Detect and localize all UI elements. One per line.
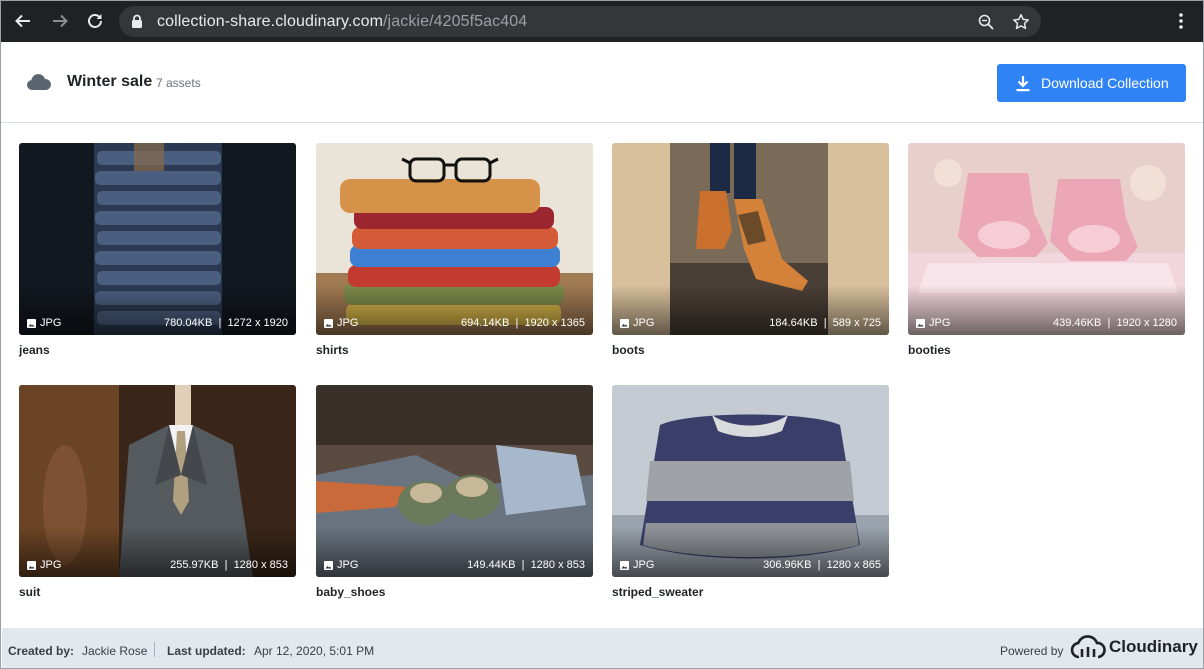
image-icon <box>916 318 925 328</box>
asset-meta: JPG 694.14KB | 1920 x 1365 <box>324 316 585 330</box>
asset-thumbnail[interactable]: JPG 149.44KB | 1280 x 853 <box>316 385 593 577</box>
asset-thumbnail[interactable]: JPG 306.96KB | 1280 x 865 <box>612 385 889 577</box>
asset-size: 184.64KB <box>769 317 818 329</box>
asset-meta: JPG 306.96KB | 1280 x 865 <box>620 558 881 572</box>
image-icon <box>324 318 333 328</box>
asset-size: 149.44KB <box>467 559 516 571</box>
image-icon <box>620 318 629 328</box>
image-icon <box>27 318 36 328</box>
download-collection-button[interactable]: Download Collection <box>997 64 1186 102</box>
asset-dimensions: 589 x 725 <box>832 317 881 329</box>
asset-format: JPG <box>929 317 951 329</box>
asset-name[interactable]: striped_sweater <box>612 585 889 599</box>
asset-info: 149.44KB | 1280 x 853 <box>467 559 585 571</box>
reload-icon[interactable] <box>83 9 107 33</box>
image-icon <box>27 560 36 570</box>
lock-icon <box>131 14 143 33</box>
asset-card[interactable]: JPG 780.04KB | 1272 x 1920 jeans <box>19 143 296 357</box>
asset-card[interactable]: JPG 694.14KB | 1920 x 1365 shirts <box>316 143 593 357</box>
zoom-icon[interactable] <box>976 12 996 32</box>
address-bar[interactable]: collection-share.cloudinary.com/jackie/4… <box>119 6 1041 37</box>
asset-info: 780.04KB | 1272 x 1920 <box>164 317 288 329</box>
asset-format: JPG <box>633 559 655 571</box>
collection-title: Winter sale <box>67 73 153 90</box>
asset-format: JPG <box>337 559 359 571</box>
asset-dimensions: 1272 x 1920 <box>227 317 288 329</box>
asset-thumbnail[interactable]: JPG 694.14KB | 1920 x 1365 <box>316 143 593 335</box>
created-by-label: Created by: <box>8 644 75 658</box>
asset-name[interactable]: shirts <box>316 343 593 357</box>
back-icon[interactable] <box>11 9 35 33</box>
asset-thumbnail[interactable]: JPG 255.97KB | 1280 x 853 <box>19 385 296 577</box>
image-icon <box>620 560 629 570</box>
download-icon <box>1016 75 1030 91</box>
collection-header: Winter sale 7 assets Download Collection <box>1 42 1203 123</box>
browser-window: collection-share.cloudinary.com/jackie/4… <box>0 0 1204 669</box>
image-icon <box>324 560 333 570</box>
asset-info: 255.97KB | 1280 x 853 <box>170 559 288 571</box>
asset-card[interactable]: JPG 306.96KB | 1280 x 865 striped_sweate… <box>612 385 889 599</box>
asset-size: 780.04KB <box>164 317 213 329</box>
footer-divider <box>154 642 155 657</box>
asset-dimensions: 1280 x 853 <box>530 559 585 571</box>
asset-info: 184.64KB | 589 x 725 <box>769 317 881 329</box>
asset-dimensions: 1920 x 1365 <box>524 317 585 329</box>
powered-by-label: Powered by <box>1000 644 1064 658</box>
asset-info: 694.14KB | 1920 x 1365 <box>461 317 585 329</box>
browser-toolbar: collection-share.cloudinary.com/jackie/4… <box>1 1 1203 42</box>
asset-name[interactable]: suit <box>19 585 296 599</box>
asset-card[interactable]: JPG 184.64KB | 589 x 725 boots <box>612 143 889 357</box>
asset-format: JPG <box>40 317 62 329</box>
asset-name[interactable]: jeans <box>19 343 296 357</box>
cloudinary-cloud-icon <box>1070 635 1106 659</box>
asset-meta: JPG 780.04KB | 1272 x 1920 <box>27 316 288 330</box>
asset-size: 694.14KB <box>461 317 510 329</box>
asset-card[interactable]: JPG 255.97KB | 1280 x 853 suit <box>19 385 296 599</box>
asset-name[interactable]: boots <box>612 343 889 357</box>
footer: Created by: Jackie Rose Last updated: Ap… <box>2 628 1203 668</box>
asset-dimensions: 1280 x 865 <box>826 559 881 571</box>
last-updated-value: Apr 12, 2020, 5:01 PM <box>254 644 375 658</box>
asset-name[interactable]: booties <box>908 343 1185 357</box>
asset-thumbnail[interactable]: JPG 439.46KB | 1920 x 1280 <box>908 143 1185 335</box>
asset-size: 306.96KB <box>763 559 812 571</box>
asset-meta: JPG 149.44KB | 1280 x 853 <box>324 558 585 572</box>
cloudinary-brand-text: Cloudinary <box>1109 637 1198 656</box>
browser-menu-icon[interactable] <box>1169 9 1193 33</box>
url-path: /jackie/4205f5ac404 <box>383 13 528 30</box>
asset-size: 255.97KB <box>170 559 219 571</box>
created-by-value: Jackie Rose <box>82 644 148 658</box>
asset-meta: JPG 255.97KB | 1280 x 853 <box>27 558 288 572</box>
asset-size: 439.46KB <box>1053 317 1102 329</box>
asset-name[interactable]: baby_shoes <box>316 585 593 599</box>
asset-dimensions: 1920 x 1280 <box>1116 317 1177 329</box>
asset-dimensions: 1280 x 853 <box>233 559 288 571</box>
asset-info: 306.96KB | 1280 x 865 <box>763 559 881 571</box>
last-updated-label: Last updated: <box>167 644 246 658</box>
asset-meta: JPG 184.64KB | 589 x 725 <box>620 316 881 330</box>
asset-info: 439.46KB | 1920 x 1280 <box>1053 317 1177 329</box>
forward-icon[interactable] <box>48 9 72 33</box>
asset-card[interactable]: JPG 439.46KB | 1920 x 1280 booties <box>908 143 1185 357</box>
bookmark-star-icon[interactable] <box>1011 12 1031 32</box>
url-text: collection-share.cloudinary.com/jackie/4… <box>157 13 527 31</box>
asset-thumbnail[interactable]: JPG 184.64KB | 589 x 725 <box>612 143 889 335</box>
cloud-icon <box>26 73 52 96</box>
asset-format: JPG <box>40 559 62 571</box>
cloudinary-logo[interactable]: Cloudinary <box>1070 635 1198 659</box>
asset-format: JPG <box>337 317 359 329</box>
asset-meta: JPG 439.46KB | 1920 x 1280 <box>916 316 1177 330</box>
asset-thumbnail[interactable]: JPG 780.04KB | 1272 x 1920 <box>19 143 296 335</box>
asset-format: JPG <box>633 317 655 329</box>
asset-card[interactable]: JPG 149.44KB | 1280 x 853 baby_shoes <box>316 385 593 599</box>
asset-count: 7 assets <box>156 76 201 90</box>
download-label: Download Collection <box>1041 75 1169 91</box>
url-host: collection-share.cloudinary.com <box>157 13 384 30</box>
